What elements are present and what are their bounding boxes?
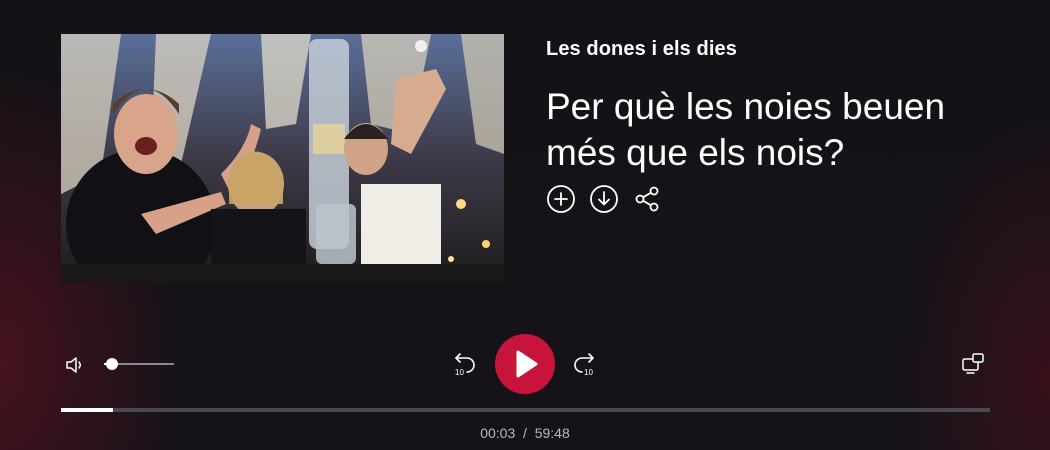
forward-seconds-label: 10	[584, 368, 593, 377]
episode-actions	[546, 184, 662, 214]
time-display: 00:03 / 59:48	[0, 425, 1050, 441]
volume-icon[interactable]	[64, 354, 86, 376]
picture-in-picture-icon[interactable]	[961, 352, 985, 376]
forward-10-button[interactable]: 10	[571, 350, 597, 378]
playback-progress-bar[interactable]	[61, 408, 990, 412]
playback-progress-fill	[61, 408, 114, 412]
episode-title: Per què les noies beuen més que els nois…	[546, 86, 946, 173]
volume-slider[interactable]	[104, 358, 174, 370]
current-time: 00:03	[480, 425, 516, 441]
episode-thumbnail	[61, 34, 504, 283]
download-circle-icon[interactable]	[589, 184, 619, 214]
total-duration: 59:48	[534, 425, 570, 441]
rewind-10-button[interactable]: 10	[452, 350, 478, 378]
add-circle-icon[interactable]	[546, 184, 576, 214]
play-button[interactable]	[495, 334, 555, 394]
rewind-seconds-label: 10	[455, 368, 464, 377]
play-icon	[516, 350, 538, 378]
program-name[interactable]: Les dones i els dies	[546, 38, 737, 61]
share-icon[interactable]	[632, 184, 662, 214]
